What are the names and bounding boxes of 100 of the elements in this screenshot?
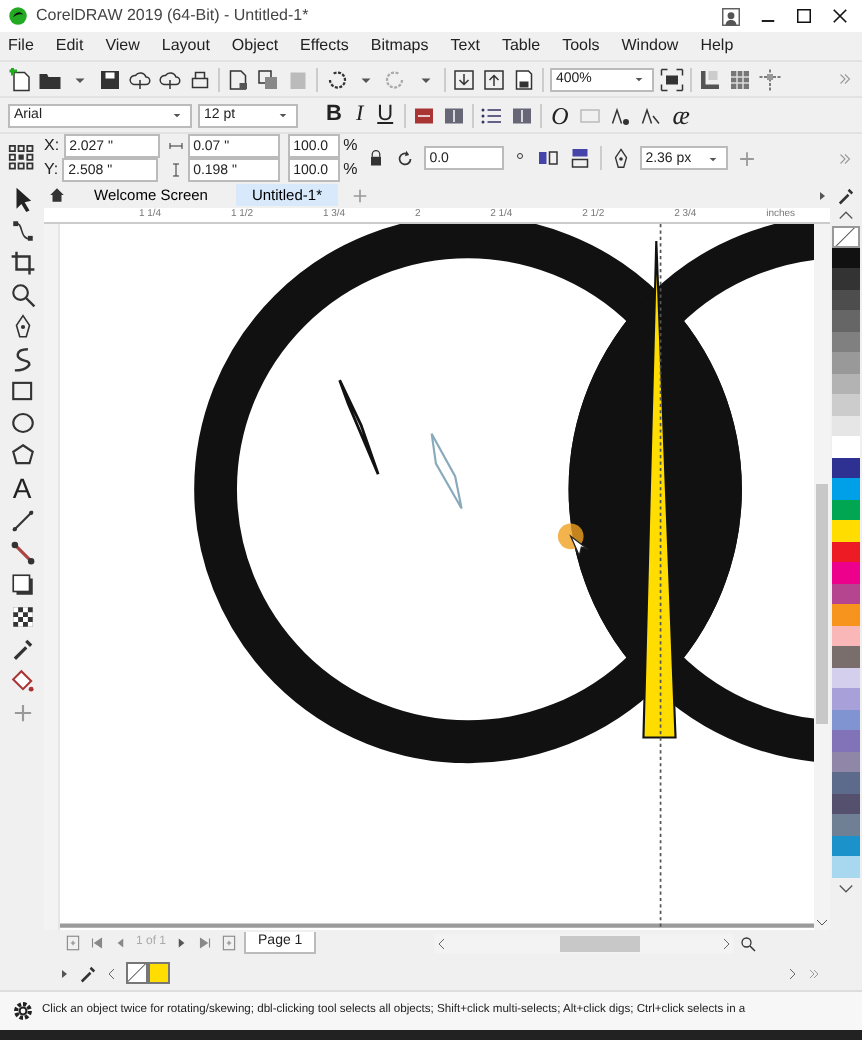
color-swatch[interactable] [832,835,860,856]
menu-item[interactable]: File [8,34,34,58]
full-screen-icon[interactable] [660,67,684,91]
color-swatch[interactable] [832,583,860,604]
color-swatch[interactable] [832,814,860,835]
bold-button[interactable]: B [322,104,346,126]
color-swatch[interactable] [832,457,860,478]
menu-item[interactable]: View [105,34,140,58]
color-swatch[interactable] [832,310,860,331]
color-swatch[interactable] [832,856,860,877]
drop-shadow-icon[interactable] [9,572,35,598]
settings-icon[interactable] [12,1000,34,1022]
curve-tool-icon[interactable] [9,346,35,372]
color-swatch[interactable] [832,394,860,415]
eyedropper-icon[interactable] [78,963,98,983]
color-swatch[interactable] [832,268,860,289]
color-swatch[interactable] [832,625,860,646]
menu-item[interactable]: Text [450,34,480,58]
cloud-icon[interactable] [158,67,182,91]
scrollbar-thumb[interactable] [560,935,641,951]
cloud-icon[interactable] [128,67,152,91]
zoom-icon[interactable] [9,282,35,308]
menu-item[interactable]: Object [231,34,279,58]
color-swatch[interactable] [832,604,860,625]
color-swatch[interactable] [832,478,860,499]
undo-icon[interactable] [324,67,348,91]
copy-icon[interactable] [256,67,280,91]
color-swatch[interactable] [832,247,860,268]
rectangle-tool-icon[interactable] [9,378,35,404]
import-icon[interactable] [452,67,476,91]
menu-item[interactable]: Table [501,34,541,58]
underline-button[interactable]: U [373,104,398,126]
scroll-down-icon[interactable] [814,914,830,930]
line-tool-icon[interactable] [9,508,35,534]
color-swatch[interactable] [832,373,860,394]
lock-ratio-icon[interactable] [365,148,386,168]
color-swatch[interactable] [832,709,860,730]
object-origin-icon[interactable] [8,144,36,172]
fill-color-swatch[interactable] [148,962,170,984]
mirror-vertical-icon[interactable] [567,146,592,170]
save-icon[interactable] [98,67,122,91]
guidelines-icon[interactable] [758,67,782,91]
connector-tool-icon[interactable] [9,540,35,566]
ligature-button[interactable]: æ [668,102,694,128]
outline-pen-icon[interactable] [609,147,632,169]
color-swatch[interactable] [832,772,860,793]
fill-tool-icon[interactable] [9,668,35,694]
mirror-horizontal-icon[interactable] [535,146,560,170]
scroll-right-icon[interactable] [784,965,800,981]
tab-scroll-icon[interactable] [814,187,830,203]
bullet-list-icon[interactable] [479,103,504,127]
color-swatch[interactable] [832,688,860,709]
menu-item[interactable]: Edit [55,34,84,58]
zoom-icon[interactable] [740,935,757,951]
first-page-icon[interactable] [88,934,106,952]
opentype-button[interactable]: O [547,103,573,127]
ellipse-tool-icon[interactable] [9,410,35,436]
crop-tool-icon[interactable] [9,250,35,276]
menu-item[interactable]: Tools [562,34,600,58]
color-swatch[interactable] [832,793,860,814]
scroll-left-icon[interactable] [104,965,120,981]
transparency-icon[interactable] [9,604,35,630]
color-swatch[interactable] [832,499,860,520]
scrollbar-thumb[interactable] [816,484,828,724]
home-icon[interactable] [48,186,66,204]
color-swatch[interactable] [832,289,860,310]
color-swatch[interactable] [832,751,860,772]
triangle-shape[interactable] [642,240,677,739]
scroll-right-icon[interactable] [718,935,735,951]
document-icon[interactable] [226,67,250,91]
add-page-icon[interactable] [64,934,82,952]
export-icon[interactable] [482,67,506,91]
menu-item[interactable]: Window [621,34,679,58]
profile-icon[interactable] [720,5,742,27]
color-swatch[interactable] [832,562,860,583]
no-color-swatch[interactable] [832,226,860,247]
quad-shape[interactable] [338,378,380,476]
color-swatch[interactable] [832,352,860,373]
guideline[interactable] [659,224,662,930]
maximize-icon[interactable] [794,6,814,26]
text-tool[interactable]: A [12,474,32,502]
outline-none-swatch[interactable] [126,962,148,984]
menu-item[interactable]: Layout [161,34,210,58]
color-swatch[interactable] [832,415,860,436]
rulers-icon[interactable] [698,67,722,91]
add-page-icon[interactable] [220,934,239,952]
eyedropper-icon[interactable] [9,636,35,662]
color-swatch[interactable] [832,646,860,667]
menu-item[interactable]: Help [700,34,734,58]
shape-tool-icon[interactable] [9,218,35,244]
grid-icon[interactable] [728,67,752,91]
color-swatch[interactable] [832,667,860,688]
rotate-icon[interactable] [393,147,416,169]
color-swatch[interactable] [832,541,860,562]
menu-item[interactable]: Bitmaps [370,34,429,58]
color-swatch[interactable] [832,730,860,751]
color-swatch[interactable] [832,436,860,457]
color-swatch[interactable] [832,331,860,352]
close-icon[interactable] [830,6,850,26]
expand-icon[interactable] [56,965,72,981]
